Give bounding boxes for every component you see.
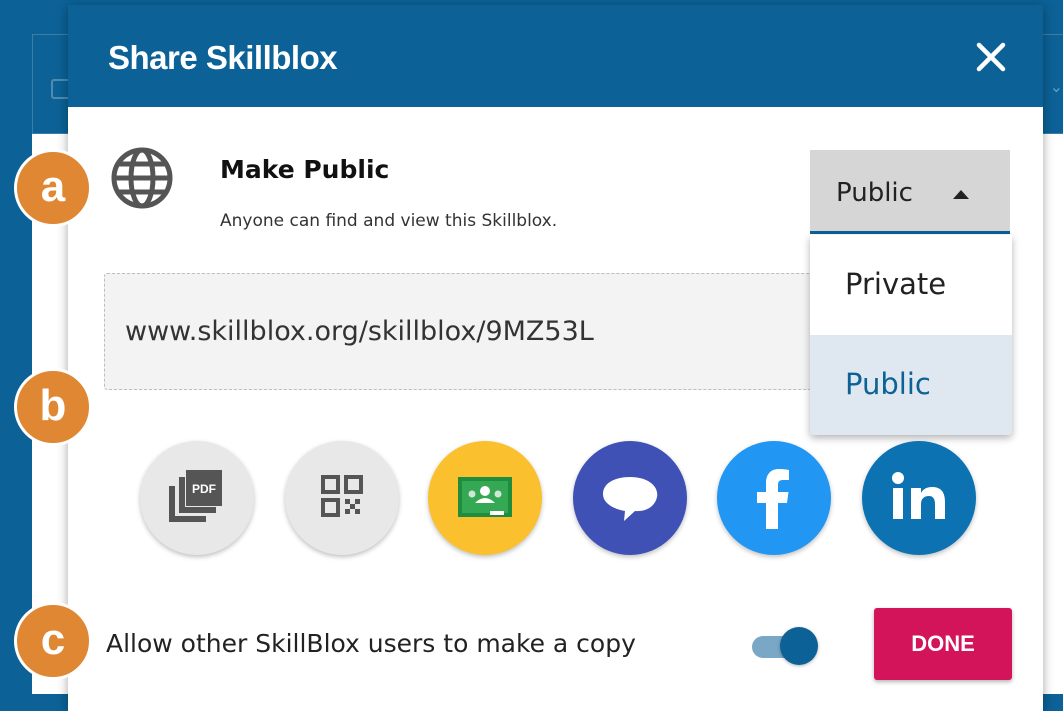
globe-icon (111, 147, 173, 209)
facebook-icon (757, 469, 789, 529)
dialog-title: Share Skillblox (108, 39, 338, 76)
option-label: Public (845, 367, 931, 401)
share-qr-code-button[interactable] (285, 441, 399, 555)
close-icon (976, 42, 1006, 72)
visibility-selected-value: Public (836, 178, 913, 208)
share-url-field[interactable]: www.skillblox.org/skillblox/9MZ53L (104, 273, 884, 390)
caret-up-icon (953, 190, 969, 199)
allow-copy-toggle[interactable] (752, 627, 818, 667)
chevron-down-icon: ⌄ (1049, 77, 1063, 96)
google-classroom-icon (458, 477, 512, 517)
share-google-classroom-button[interactable] (428, 441, 542, 555)
make-public-heading: Make Public (220, 155, 390, 184)
visibility-select[interactable]: Public (810, 150, 1010, 234)
share-linkedin-button[interactable] (862, 441, 976, 555)
callout-c: c (14, 602, 92, 680)
visibility-option-private[interactable]: Private (810, 235, 1012, 335)
share-dialog: Share Skillblox Make Public Anyone can f… (68, 5, 1043, 711)
option-label: Private (845, 267, 947, 301)
share-chat-button[interactable] (573, 441, 687, 555)
make-public-description: Anyone can find and view this Skillblox. (220, 211, 558, 231)
pdf-icon: PDF (169, 470, 222, 522)
callout-a: a (14, 149, 92, 227)
callout-b: b (14, 368, 92, 446)
linkedin-icon (892, 472, 945, 519)
toggle-knob (780, 627, 818, 665)
visibility-dropdown-menu: Private Public (810, 235, 1012, 435)
share-facebook-button[interactable] (717, 441, 831, 555)
done-button[interactable]: DONE (874, 608, 1012, 680)
share-url-text: www.skillblox.org/skillblox/9MZ53L (125, 316, 594, 347)
svg-text:PDF: PDF (192, 482, 216, 496)
qr-code-icon (321, 475, 363, 517)
visibility-option-public[interactable]: Public (810, 335, 1012, 435)
share-pdf-button[interactable]: PDF (140, 441, 254, 555)
allow-copy-label: Allow other SkillBlox users to make a co… (106, 629, 636, 658)
chat-bubble-icon (603, 477, 658, 521)
dialog-header: Share Skillblox (68, 5, 1043, 107)
close-button[interactable] (973, 39, 1009, 75)
